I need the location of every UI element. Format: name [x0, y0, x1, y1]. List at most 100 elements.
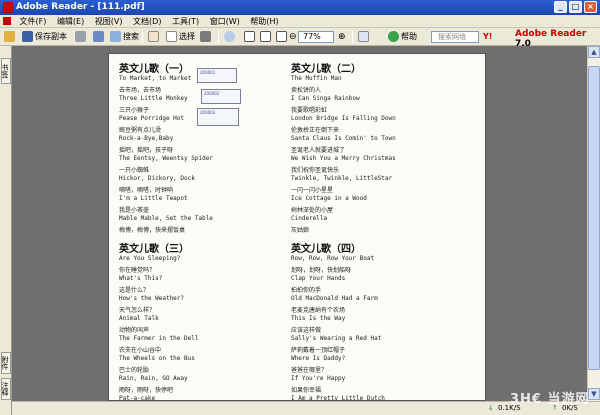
song-title-chinese: 农夫在小山谷中: [119, 347, 162, 354]
rotate-icon: [358, 31, 369, 42]
select-tool-button[interactable]: 选择: [166, 30, 195, 44]
song-title-english: Where Is Daddy?: [291, 355, 346, 362]
camera-icon: [200, 31, 211, 42]
song-title-english: I'm a Little Teapot: [119, 195, 188, 202]
menu-bar: 文件(F) 编辑(E) 视图(V) 文档(D) 工具(T) 窗口(W) 帮助(H…: [0, 15, 600, 28]
form-field[interactable]: 200001: [197, 68, 237, 83]
menu-view[interactable]: 视图(V): [91, 15, 127, 28]
song-title-chinese: 摇吧，摇吧，孩子呀: [119, 147, 174, 154]
song-title-english: Row, Row, Row Your Boat: [291, 255, 375, 262]
song-title-chinese: 一只小蜘蛛: [119, 167, 150, 174]
search-label: 搜索: [123, 32, 139, 41]
fit-page-icon: [260, 31, 271, 42]
song-title-chinese: 老麦克唐纳有个农场: [291, 307, 346, 314]
yahoo-icon[interactable]: Y!: [483, 30, 492, 44]
song-title-chinese: 树林深处的小屋: [291, 207, 334, 214]
menu-file[interactable]: 文件(F): [16, 15, 51, 28]
song-title-chinese: 我是小茶壶: [119, 207, 150, 214]
save-copy-button[interactable]: 保存副本: [22, 30, 67, 44]
mail-icon: [93, 31, 104, 42]
pdf-page: 英文儿歌（一） To Market, to Market 去市场，去市场 Three …: [108, 53, 486, 414]
web-search-input[interactable]: 搜索网络: [431, 31, 479, 43]
song-title-chinese: 雨呀，雨呀，快停吧: [119, 387, 174, 394]
camera-button[interactable]: [200, 30, 213, 44]
folder-icon: [4, 31, 15, 42]
song-title-english: This Is the Way: [291, 315, 346, 322]
save-copy-label: 保存副本: [35, 32, 67, 41]
song-title-chinese: 伦敦桥正在倒下来: [291, 127, 340, 134]
navigation-panel: 书签 附件 注释: [0, 46, 12, 415]
search-button[interactable]: 搜索: [110, 30, 139, 44]
vertical-scrollbar[interactable]: ▲ ▼: [587, 46, 600, 401]
toolbar-separator: [352, 31, 353, 43]
song-title-english: Clap Your Hands: [291, 275, 346, 282]
open-button[interactable]: [4, 30, 17, 44]
song-title-english: Santa Claus Is Comin' to Town: [291, 135, 396, 142]
tab-attachments[interactable]: 附件: [1, 352, 11, 374]
scroll-up-arrow[interactable]: ▲: [588, 46, 600, 58]
song-title-english: Pease Porridge Hot: [119, 115, 185, 122]
select-label: 选择: [179, 32, 195, 41]
fit-width-button[interactable]: [276, 30, 289, 44]
hand-icon: [148, 31, 159, 42]
brand-name: Adobe Reader: [515, 29, 587, 39]
song-title-english: Rock-a-Bye,Baby: [119, 135, 174, 142]
song-title-english: The Eentsy, Weentsy Spider: [119, 155, 213, 162]
section-title: 英文儿歌（一）: [119, 64, 189, 75]
form-field[interactable]: 200003: [197, 108, 239, 126]
magnifier-icon: [224, 31, 235, 42]
printer-icon: [75, 31, 86, 42]
song-title-chinese: 圣诞老人就要进城了: [291, 147, 346, 154]
song-title-chinese: 你在睡觉吗？: [119, 267, 156, 274]
song-title-english: Hickor, Dickory, Dock: [119, 175, 195, 182]
menu-document[interactable]: 文档(D): [129, 15, 165, 28]
menu-tools[interactable]: 工具(T): [168, 15, 203, 28]
section-title: 英文儿歌（四）: [291, 244, 361, 255]
menu-help[interactable]: 帮助(H): [246, 15, 282, 28]
menu-window[interactable]: 窗口(W): [206, 15, 244, 28]
zoom-in-button[interactable]: [224, 30, 237, 44]
zoom-in-small-button[interactable]: ⊕: [338, 30, 346, 44]
app-icon: [3, 2, 13, 13]
toolbar: 保存副本 搜索 选择 ⊖ 77% ⊕ 帮助 搜索网络 Y! Adobe Read…: [0, 28, 600, 49]
form-field[interactable]: 200002: [201, 89, 241, 104]
zoom-out-button[interactable]: ⊖: [289, 30, 297, 44]
song-title-chinese: 我要歌唱彩虹: [291, 107, 328, 114]
song-title-english: London Bridge Is Falling Down: [291, 115, 396, 122]
song-title-english: Mable Mable, Set the Table: [119, 215, 213, 222]
song-title-english: Twinkle, Twinkle, LittleStar: [291, 175, 393, 182]
email-button[interactable]: [93, 30, 106, 44]
minimize-button[interactable]: _: [554, 1, 567, 13]
song-title-chinese: 巴士的轮胎: [119, 367, 150, 374]
song-title-chinese: 豌豆粥有点儿烫: [119, 127, 162, 134]
hand-tool-button[interactable]: [148, 30, 161, 44]
print-button[interactable]: [75, 30, 88, 44]
scroll-thumb[interactable]: [588, 66, 600, 370]
song-title-english: The Muffin Man: [291, 75, 342, 82]
song-title-english: Old MacDonald Had a Farm: [291, 295, 378, 302]
tab-comments[interactable]: 注释: [1, 378, 11, 400]
tab-bookmarks[interactable]: 书签: [1, 58, 11, 84]
song-title-english: What's This?: [119, 275, 163, 282]
toolbar-separator: [142, 31, 143, 43]
fit-page-button[interactable]: [260, 30, 273, 44]
help-button[interactable]: 帮助: [388, 30, 417, 44]
song-title-chinese: 划呀，划呀，快划船呀: [291, 267, 352, 274]
song-title-chinese: 卖松饼的人: [291, 87, 322, 94]
disk-icon: [22, 31, 33, 42]
close-button[interactable]: ×: [584, 1, 597, 13]
rotate-button[interactable]: [358, 30, 371, 44]
song-title-chinese: 梅博，梅博，快来摆饭桌: [119, 227, 186, 234]
maximize-button[interactable]: □: [569, 1, 582, 13]
song-title-english: To Market, to Market: [119, 75, 192, 82]
song-title-english: Cinderella: [291, 215, 328, 222]
zoom-level-field[interactable]: 77%: [298, 31, 334, 43]
text-select-icon: [166, 31, 177, 42]
window-title: Adobe Reader - [111.pdf]: [16, 2, 145, 12]
song-title-chinese: 灰姑娘: [291, 227, 310, 234]
song-title-chinese: 应该这样做: [291, 327, 322, 334]
actual-size-button[interactable]: [244, 30, 257, 44]
song-title-chinese: 萨莉戴着一顶红帽子: [291, 347, 346, 354]
menu-edit[interactable]: 编辑(E): [53, 15, 88, 28]
document-icon: [3, 17, 11, 25]
